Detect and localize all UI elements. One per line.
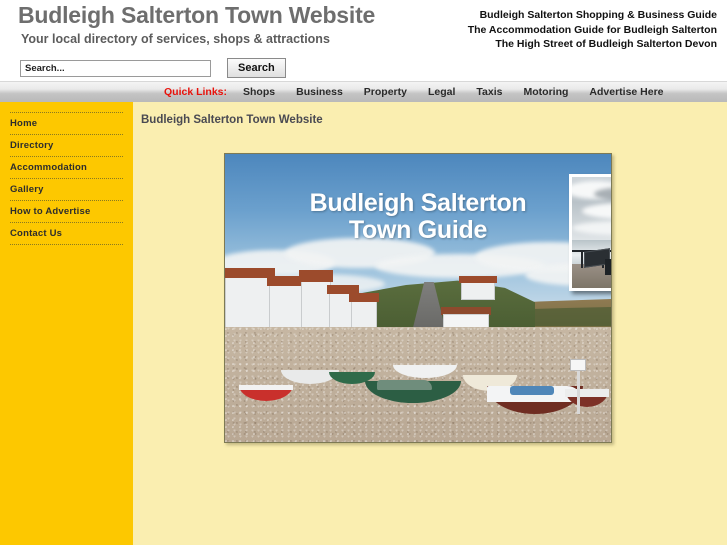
- quicklinks-inner: Quick Links: Shops Business Property Leg…: [164, 86, 664, 98]
- quicklink-motoring[interactable]: Motoring: [524, 86, 569, 98]
- hilltop-house: [461, 282, 495, 300]
- page-root: Budleigh Salterton Town Website Your loc…: [0, 0, 727, 545]
- site-header: Budleigh Salterton Town Website Your loc…: [0, 0, 727, 81]
- sidebar-nav: Home Directory Accommodation Gallery How…: [0, 102, 133, 545]
- sidebar-item-contact-us[interactable]: Contact Us: [10, 223, 123, 244]
- sidebar-item-accommodation[interactable]: Accommodation: [10, 157, 123, 178]
- hero-image: Budleigh Salterton Town Guide: [224, 153, 612, 443]
- inset-bench: [605, 258, 611, 275]
- quicklink-advertise-here[interactable]: Advertise Here: [589, 86, 663, 98]
- boat-edge: [565, 389, 609, 408]
- search-form: Search: [20, 58, 286, 78]
- sidebar-divider: [10, 244, 123, 245]
- pebble-beach: [225, 326, 611, 442]
- sidebar-item-directory[interactable]: Directory: [10, 135, 123, 156]
- site-title: Budleigh Salterton Town Website: [18, 2, 376, 28]
- boat-green-large: [365, 379, 461, 403]
- hilltop-house-roof: [459, 276, 497, 283]
- sidebar-item-gallery[interactable]: Gallery: [10, 179, 123, 200]
- boat-white-mid: [393, 364, 457, 378]
- quicklinks-label: Quick Links:: [164, 86, 228, 98]
- quicklinks-bar: Quick Links: Shops Business Property Leg…: [0, 81, 727, 102]
- header-tagline-links: Budleigh Salterton Shopping & Business G…: [468, 8, 717, 52]
- quicklink-shops[interactable]: Shops: [243, 86, 275, 98]
- page-title: Budleigh Salterton Town Website: [141, 114, 323, 126]
- quicklink-legal[interactable]: Legal: [428, 86, 455, 98]
- sidebar-item-how-to-advertise[interactable]: How to Advertise: [10, 201, 123, 222]
- quicklink-taxis[interactable]: Taxis: [476, 86, 502, 98]
- hero-inset-photo: [569, 174, 611, 291]
- boat-red: [239, 384, 293, 401]
- header-link-high-street: The High Street of Budleigh Salterton De…: [495, 38, 717, 50]
- quicklink-property[interactable]: Property: [364, 86, 407, 98]
- sidebar-item-home[interactable]: Home: [10, 113, 123, 134]
- page-body: Home Directory Accommodation Gallery How…: [0, 102, 727, 545]
- site-tagline: Your local directory of services, shops …: [21, 32, 330, 46]
- beach-sign-post: [577, 368, 580, 415]
- quicklink-business[interactable]: Business: [296, 86, 343, 98]
- header-link-shopping: Budleigh Salterton Shopping & Business G…: [479, 9, 717, 21]
- main-content: Budleigh Salterton Town Website Budleigh…: [133, 102, 727, 545]
- search-button[interactable]: Search: [227, 58, 286, 78]
- beach-sign-board: [570, 358, 586, 371]
- header-link-accommodation: The Accommodation Guide for Budleigh Sal…: [467, 23, 717, 36]
- search-input[interactable]: [20, 59, 211, 77]
